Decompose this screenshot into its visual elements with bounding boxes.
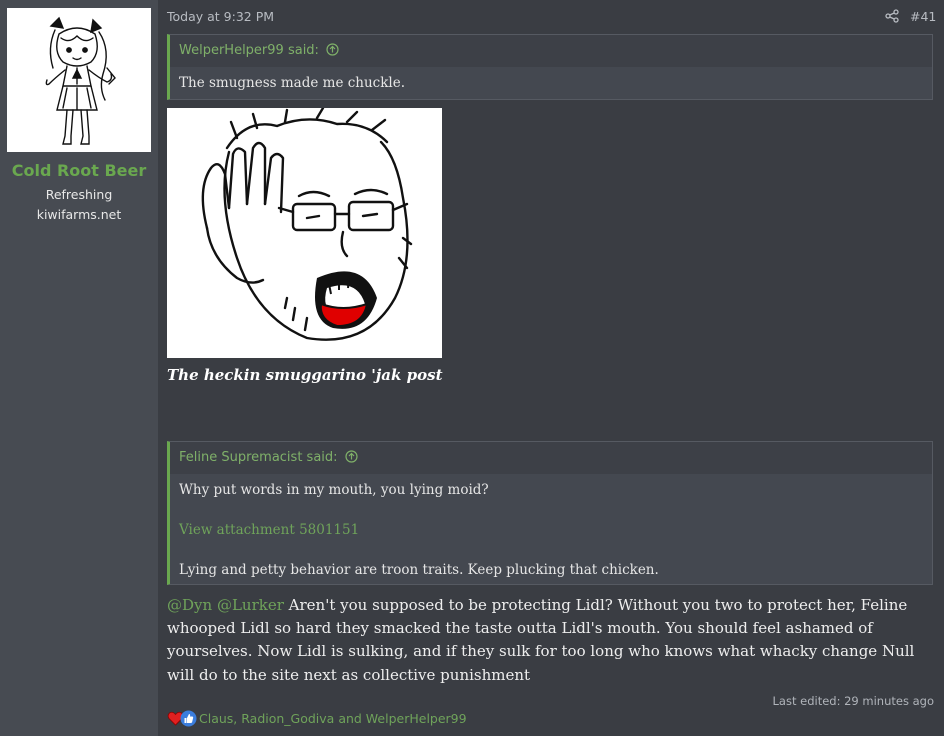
share-icon[interactable] (885, 9, 899, 23)
mention-link[interactable]: @Dyn (167, 596, 212, 614)
reaction-names[interactable]: Claus, Radion_Godiva and WelperHelper99 (199, 711, 467, 726)
post-timestamp[interactable]: Today at 9:32 PM (167, 9, 274, 24)
quote-author[interactable]: WelperHelper99 said: (170, 35, 932, 67)
post-content: Today at 9:32 PM #41 WelperHelper99 said… (158, 0, 944, 736)
avatar[interactable] (7, 8, 151, 152)
soyjak-meme-icon (201, 108, 413, 341)
thumbs-up-icon[interactable] (180, 710, 197, 727)
last-edited: Last edited: 29 minutes ago (772, 694, 934, 708)
quote-text: Lying and petty behavior are troon trait… (179, 562, 659, 578)
username[interactable]: Cold Root Beer (0, 161, 158, 180)
user-site: kiwifarms.net (36, 207, 122, 222)
mention-link[interactable]: @Lurker (217, 596, 284, 614)
quote-block: WelperHelper99 said: The smugness made m… (167, 34, 933, 100)
attachment-link[interactable]: View attachment 5801151 (179, 522, 359, 538)
quote-text: Why put words in my mouth, you lying moi… (179, 482, 489, 498)
user-title: Refreshing (45, 187, 113, 202)
post-body: @Dyn @Lurker Aren't you supposed to be p… (167, 594, 935, 687)
quote-text: The smugness made me chuckle. (179, 75, 406, 91)
arrow-up-circle-icon[interactable] (345, 450, 358, 463)
quote-author-name[interactable]: Feline Supremacist said: (179, 450, 338, 465)
anime-girl-avatar-icon (45, 16, 116, 145)
quote-author[interactable]: Feline Supremacist said: (170, 442, 932, 474)
quote-block: Feline Supremacist said: Why put words i… (167, 441, 933, 585)
image-caption: The heckin smuggarino 'jak post (167, 366, 443, 384)
user-sidebar: Cold Root Beer Refreshing kiwifarms.net (0, 0, 158, 736)
arrow-up-circle-icon[interactable] (326, 43, 339, 56)
quote-author-name[interactable]: WelperHelper99 said: (179, 43, 319, 58)
post-number[interactable]: #41 (910, 9, 936, 24)
soyjak-meme-image[interactable] (167, 108, 442, 358)
